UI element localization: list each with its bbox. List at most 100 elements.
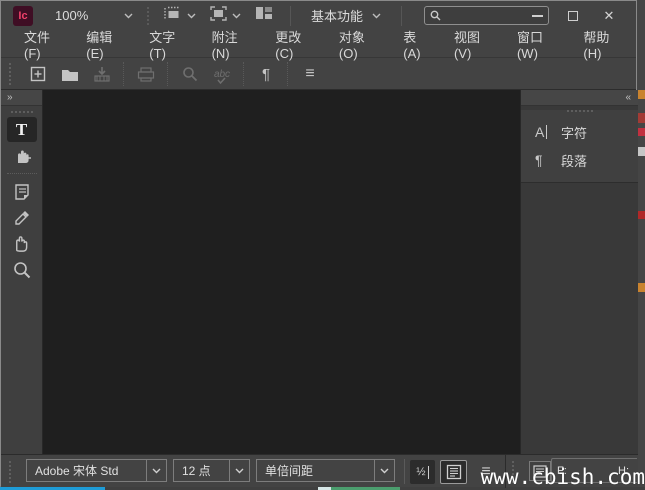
chevron-down-icon [232,11,241,20]
zoom-tool-icon [13,261,31,279]
chevron-down-icon [374,460,394,481]
type-tool[interactable]: T [7,117,37,142]
separator [290,6,291,26]
zoom-level-dropdown[interactable]: 100% [55,8,133,23]
menu-changes[interactable]: 更改(C) [264,30,328,57]
close-icon: ✕ [604,9,615,22]
document-area[interactable]: » T [1,90,638,454]
menu-view[interactable]: 视图(V) [443,30,506,57]
separator [243,62,245,86]
check-in-button[interactable] [86,61,118,87]
menu-bar: 文件(F) 编辑(E) 文字(T) 附注(N) 更改(C) 对象(O) 表(A)… [1,30,636,58]
panel-drag-handle[interactable] [567,110,593,112]
open-folder-icon [61,67,79,82]
check-in-icon [93,66,111,82]
font-size-select[interactable]: 12 点 [173,459,250,482]
chevron-down-icon [229,460,249,481]
desktop-sliver-right [637,0,645,490]
leading-select[interactable]: 单倍间距 [256,459,395,482]
panel-tab-character[interactable]: A 字符 [521,118,638,146]
search-icon [430,10,441,21]
font-family-value: Adobe 宋体 Std [27,462,146,479]
minimize-icon [532,15,543,17]
eyedropper-icon [13,209,31,227]
separator [401,6,402,26]
menu-help[interactable]: 帮助(H) [572,30,636,57]
right-dock-panel: « A 字符 ¶ 段落 [520,90,638,454]
chevron-down-icon [187,11,196,20]
position-tool-icon [12,146,32,166]
line-numbers-icon: ½ [416,466,425,478]
view-options-icon [164,6,182,26]
workspace-switcher[interactable]: 基本功能 [301,6,391,25]
separator [404,459,405,484]
spell-check-icon: abc [214,69,230,80]
separator [167,62,169,86]
find-button[interactable] [174,61,206,87]
font-size-value: 12 点 [174,462,229,479]
toolbar-drag-handle[interactable] [9,63,12,85]
collapse-panel-icon: « [625,92,630,103]
hamburger-menu-icon: ≡ [305,65,314,83]
leading-value: 单倍间距 [257,462,374,479]
line-numbers-icon-bar [428,466,429,479]
screenshot-stage: Ic 100% [0,0,645,490]
menu-file[interactable]: 文件(F) [13,30,75,57]
galley-view-icon [446,464,462,480]
workspace-label: 基本功能 [311,6,363,25]
menu-table[interactable]: 表(A) [392,30,443,57]
menu-type[interactable]: 文字(T) [138,30,200,57]
screen-mode-icon [210,6,227,26]
expand-panel-icon: » [7,92,12,103]
open-document-button[interactable] [54,61,86,87]
note-tool-icon [13,183,31,201]
right-panel-header[interactable]: « [521,90,638,106]
toolbar-menu-button[interactable]: ≡ [294,61,326,87]
zoom-tool[interactable] [7,257,37,282]
menu-object[interactable]: 对象(O) [328,30,392,57]
panel-group: A 字符 ¶ 段落 [521,110,638,183]
note-tool[interactable] [7,179,37,204]
type-tool-icon: T [16,120,27,140]
print-button[interactable] [130,61,162,87]
drag-handle[interactable] [147,7,149,25]
bottom-drag-handle[interactable] [9,461,11,483]
position-tool[interactable] [7,143,37,168]
separator [287,62,289,86]
galley-view-toggle[interactable] [440,460,467,484]
zoom-level-value: 100% [55,8,88,23]
hand-tool[interactable] [7,231,37,256]
character-panel-icon: A [535,124,561,140]
chevron-down-icon [146,460,166,481]
search-icon [182,66,198,82]
toolbar: abc ¶ ≡ [1,59,636,90]
line-numbers-toggle[interactable]: ½ [410,460,435,484]
panel-tab-label: 字符 [561,123,587,142]
separator [7,173,37,174]
tools-panel-header[interactable]: » [1,90,42,106]
chevron-down-icon [372,11,381,20]
spell-check-button[interactable]: abc [206,61,238,87]
tools-drag-handle[interactable] [11,111,33,113]
hand-tool-icon [12,234,31,253]
menu-window[interactable]: 窗口(W) [506,30,572,57]
paragraph-panel-icon: ¶ [535,152,561,168]
separator [123,62,125,86]
pilcrow-icon: ¶ [262,66,270,83]
arrange-documents-icon [255,6,273,25]
panel-tab-label: 段落 [561,151,587,170]
tools-panel: » T [1,90,43,454]
incopy-window: Ic 100% [0,0,637,487]
font-family-select[interactable]: Adobe 宋体 Std [26,459,167,482]
show-hidden-characters-button[interactable]: ¶ [250,61,282,87]
incopy-logo: Ic [13,6,33,26]
watermark: www.cbish.com [481,465,645,489]
panel-tab-paragraph[interactable]: ¶ 段落 [521,146,638,174]
menu-edit[interactable]: 编辑(E) [75,30,138,57]
menu-notes[interactable]: 附注(N) [201,30,265,57]
maximize-icon [568,11,578,21]
new-document-button[interactable] [22,61,54,87]
eyedropper-tool[interactable] [7,205,37,230]
chevron-down-icon [124,11,133,20]
new-document-icon [30,66,46,82]
